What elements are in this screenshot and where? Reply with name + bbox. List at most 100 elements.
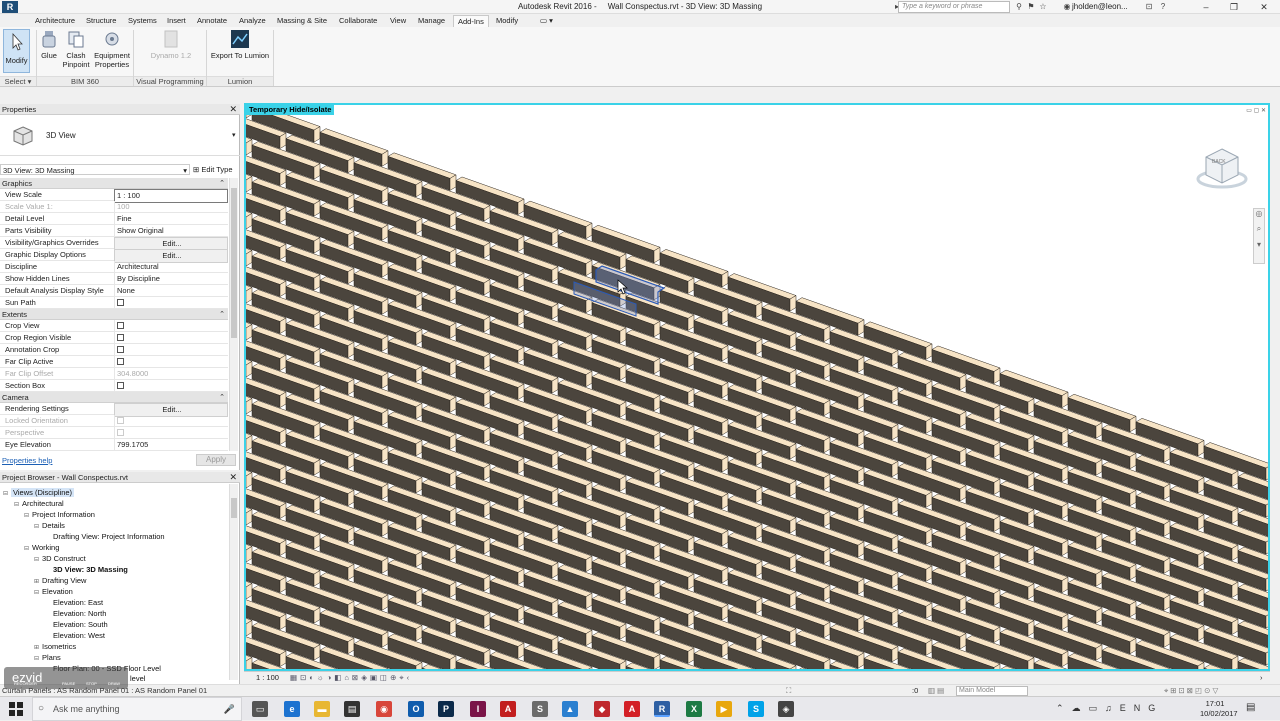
close-icon[interactable]: ✕ (229, 104, 237, 115)
collapse-icon[interactable]: ⊟ (34, 555, 42, 566)
subscription-icon[interactable]: ⚑ (1026, 1, 1036, 12)
tree-item[interactable]: Drafting View: Project Information (53, 531, 165, 542)
collapse-icon[interactable]: ⌃ (219, 178, 225, 189)
group-graphics[interactable]: Graphics⌃ (0, 178, 228, 189)
system-tray-icons[interactable]: ⌃☁▭♫ENG (1056, 703, 1163, 714)
collapse-icon[interactable]: ⊟ (24, 511, 32, 522)
microphone-icon[interactable]: 🎤 (224, 698, 235, 720)
help-icon[interactable]: ? (1158, 1, 1168, 12)
tab-modify[interactable]: Modify (492, 15, 522, 27)
chevron-down-icon[interactable]: ▾ (232, 131, 236, 139)
group-extents[interactable]: Extents⌃ (0, 309, 228, 320)
pause-button[interactable]: PAUSE (62, 681, 75, 687)
edit-type-button[interactable]: ⊞ Edit Type (193, 164, 233, 175)
tree-item[interactable]: level (130, 673, 145, 684)
navigation-bar[interactable]: ◎ ⌕ ▾ (1253, 208, 1265, 264)
close-button[interactable]: ✕ (1250, 0, 1278, 14)
tab-manage[interactable]: Manage (414, 15, 449, 27)
tree-item[interactable]: Elevation: East (53, 597, 103, 608)
tree-item[interactable]: Elevation: North (53, 608, 106, 619)
sun-path-checkbox[interactable] (117, 299, 124, 306)
curtain-wall-model[interactable] (246, 105, 1268, 669)
parts-visibility-value[interactable]: Show Original (114, 225, 228, 237)
tree-item-active-view[interactable]: 3D View: 3D Massing (53, 564, 128, 575)
type-selector[interactable]: 3D View ▾ (0, 116, 240, 156)
3d-viewport[interactable]: Temporary Hide/Isolate BACK ◎ ⌕ ▾ ▭ ▢ ✕ (244, 103, 1270, 671)
taskbar-clock[interactable]: 17:01 10/02/2017 (1200, 699, 1230, 719)
collapse-icon[interactable]: ⊟ (14, 500, 22, 511)
export-to-lumion-button[interactable]: Export To Lumion (208, 29, 272, 60)
indesign-icon[interactable]: I (470, 701, 486, 717)
tab-collaborate[interactable]: Collaborate (335, 15, 381, 27)
group-camera[interactable]: Camera⌃ (0, 392, 228, 403)
collapse-icon[interactable]: ⌃ (219, 309, 225, 320)
media-player-icon[interactable]: ▶ (716, 701, 732, 717)
favorites-star-icon[interactable]: ☆ (1038, 1, 1048, 12)
collapse-icon[interactable]: ⊟ (24, 544, 32, 555)
tab-analyze[interactable]: Analyze (235, 15, 270, 27)
ribbon-minimize-icon[interactable]: ▭ ▾ (536, 15, 557, 27)
sketchup-icon[interactable]: S (532, 701, 548, 717)
app-icon[interactable]: ◈ (778, 701, 794, 717)
user-icon[interactable]: ◉ (1062, 1, 1072, 12)
acrobat-icon[interactable]: A (500, 701, 516, 717)
excel-icon[interactable]: X (686, 701, 702, 717)
far-clip-checkbox[interactable] (117, 358, 124, 365)
photoshop-icon[interactable]: P (438, 701, 454, 717)
detail-level-value[interactable]: Fine (114, 213, 228, 225)
tab-annotate[interactable]: Annotate (193, 15, 231, 27)
revit-taskbar-icon[interactable]: R (654, 701, 670, 717)
file-explorer-icon[interactable]: ▬ (314, 701, 330, 717)
collapse-icon[interactable]: ⊟ (34, 588, 42, 599)
glue-button[interactable]: Glue (38, 29, 60, 60)
scroll-right-icon[interactable]: › (1260, 672, 1263, 684)
annotation-crop-checkbox[interactable] (117, 346, 124, 353)
edge-icon[interactable]: e (284, 701, 300, 717)
windows-start-icon[interactable] (8, 701, 24, 717)
properties-scrollbar[interactable] (229, 178, 238, 451)
clash-pinpoint-button[interactable]: Clash Pinpoint (61, 29, 91, 69)
apply-button[interactable]: Apply (196, 454, 236, 466)
main-model-select[interactable]: Main Model (956, 686, 1028, 696)
security-shield-icon[interactable]: ◆ (594, 701, 610, 717)
tab-architecture[interactable]: Architecture (31, 15, 79, 27)
user-name[interactable]: jholden@leon... (1072, 2, 1128, 11)
bim-app-icon[interactable]: ▲ (562, 701, 578, 717)
cortana-search[interactable]: ○ Ask me anything 🎤 (32, 697, 242, 721)
binoculars-icon[interactable]: ⚲ (1014, 1, 1024, 12)
instance-selector[interactable]: 3D View: 3D Massing ▾ (0, 164, 190, 175)
tree-item[interactable]: Elevation: West (53, 630, 105, 641)
tab-insert[interactable]: Insert (163, 15, 190, 27)
tab-systems[interactable]: Systems (124, 15, 161, 27)
scrollbar-thumb[interactable] (231, 498, 237, 518)
steering-wheel-icon[interactable]: ◎ (1254, 209, 1264, 218)
select-dropdown[interactable]: Select ▾ (0, 76, 36, 86)
crop-view-checkbox[interactable] (117, 322, 124, 329)
section-box-checkbox[interactable] (117, 382, 124, 389)
modify-button[interactable]: Modify (3, 29, 30, 73)
collapse-icon[interactable]: ⌃ (219, 392, 225, 403)
stop-button[interactable]: STOP (86, 681, 97, 687)
properties-help-link[interactable]: Properties help (2, 456, 52, 465)
notifications-icon[interactable]: ▤ (1246, 702, 1255, 713)
browser-scrollbar[interactable] (229, 484, 238, 680)
help-search-input[interactable]: Type a keyword or phrase (898, 1, 1010, 13)
scrollbar-thumb[interactable] (231, 188, 237, 338)
cart-icon[interactable]: ⊡ (1144, 1, 1154, 12)
collapse-icon[interactable]: ⊟ (34, 654, 42, 665)
collapse-icon[interactable]: ⊟ (34, 522, 42, 533)
nav-menu-icon[interactable]: ▾ (1254, 240, 1264, 249)
view-scale-button[interactable]: 1 : 100 (256, 672, 279, 684)
tab-massing-site[interactable]: Massing & Site (273, 15, 331, 27)
analysis-style-value[interactable]: None (114, 285, 228, 297)
draw-button[interactable]: DRAW (108, 681, 120, 687)
tab-structure[interactable]: Structure (82, 15, 120, 27)
discipline-value[interactable]: Architectural (114, 261, 228, 273)
tab-add-ins[interactable]: Add-Ins (453, 15, 489, 27)
zoom-icon[interactable]: ⌕ (1254, 224, 1264, 234)
tab-view[interactable]: View (386, 15, 410, 27)
viewcube[interactable]: BACK (1196, 143, 1248, 195)
crop-region-checkbox[interactable] (117, 334, 124, 341)
dynamo-button[interactable]: Dynamo 1.2 (142, 29, 200, 60)
store-icon[interactable]: ▤ (344, 701, 360, 717)
